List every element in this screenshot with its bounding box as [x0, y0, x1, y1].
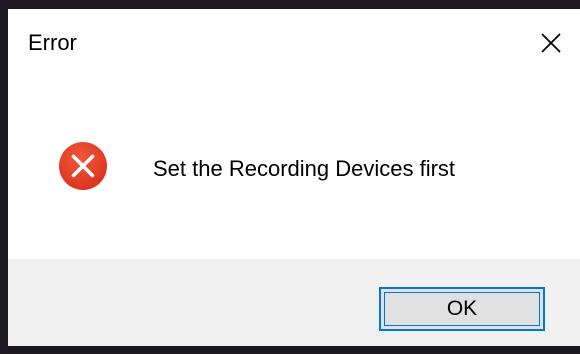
title-bar: Error	[8, 9, 580, 76]
screen-background: Error Set the Recording Devices first OK	[0, 0, 580, 354]
close-icon	[541, 32, 561, 53]
dialog-content: Set the Recording Devices first	[8, 76, 580, 259]
dialog-footer: OK	[8, 259, 580, 346]
close-button[interactable]	[522, 9, 580, 76]
error-dialog: Error Set the Recording Devices first OK	[8, 9, 580, 346]
ok-button-label: OK	[446, 297, 478, 320]
dialog-title: Error	[28, 30, 77, 55]
error-message: Set the Recording Devices first	[153, 156, 456, 181]
ok-button[interactable]: OK	[379, 287, 545, 331]
error-icon	[59, 142, 107, 190]
